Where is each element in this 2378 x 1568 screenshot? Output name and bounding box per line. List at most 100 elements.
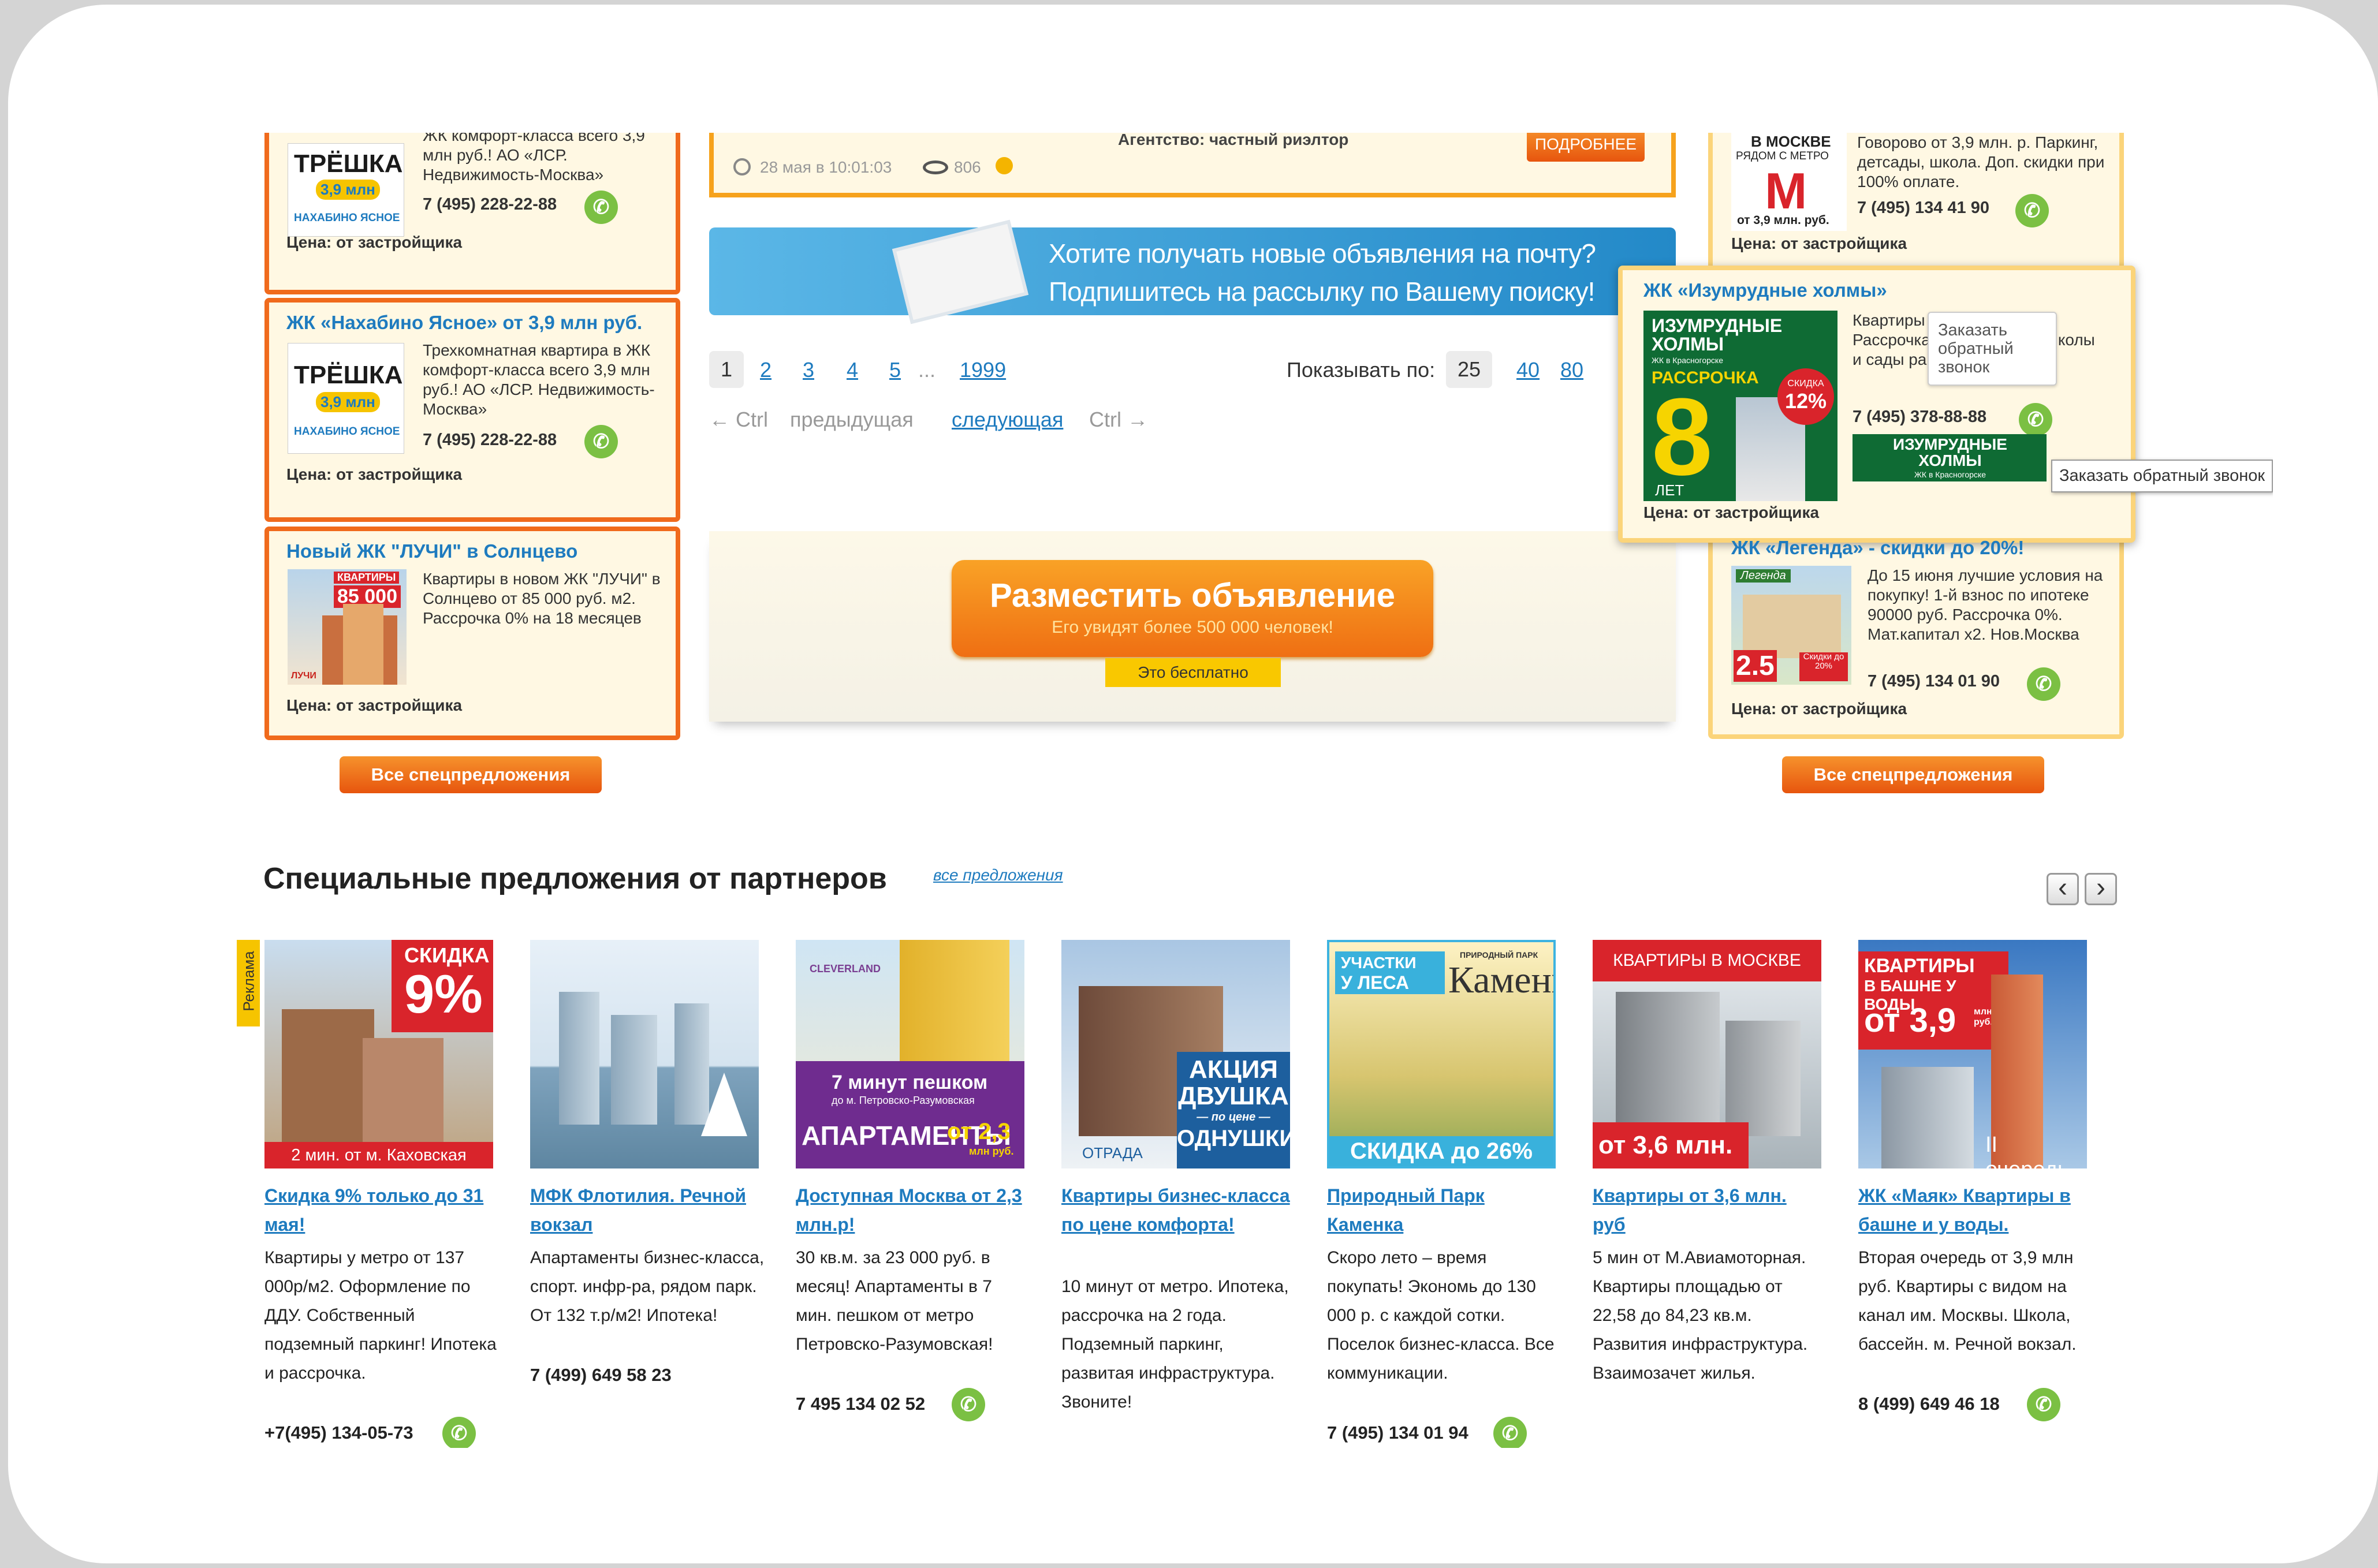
thumb-discount: Скидки до 20% bbox=[1799, 652, 1848, 681]
left-ad-1-text: ЖК комфорт-класса всего 3,9 млн руб.! АО… bbox=[423, 133, 645, 184]
all-offers-left-button[interactable]: Все спецпредложения bbox=[340, 756, 602, 793]
partner-7-text: Вторая очередь от 3,9 млн руб. Квартиры … bbox=[1858, 1248, 2077, 1354]
screen-frame: ТРЁШКА! 3,9 млн НАХАБИНО ЯСНОЕ ЖК комфор… bbox=[8, 5, 2378, 1563]
per-page-option[interactable]: 40 bbox=[1516, 358, 1540, 382]
left-ad-1[interactable]: ТРЁШКА! 3,9 млн НАХАБИНО ЯСНОЕ ЖК комфор… bbox=[264, 133, 680, 294]
partner-4-text: 10 минут от метро. Ипотека, рассрочка на… bbox=[1061, 1277, 1289, 1412]
thumb-price: 3,9 млн bbox=[316, 392, 380, 412]
ad-label-text: Реклама bbox=[240, 951, 258, 1011]
page-link[interactable]: 5 bbox=[889, 358, 901, 382]
partner-5-img-b: У ЛЕСА bbox=[1341, 972, 1410, 993]
right-ad-1-thumb[interactable]: В МОСКВЕ РЯДОМ С МЕТРО M от 3,9 млн. руб… bbox=[1731, 133, 1847, 231]
callback-icon[interactable]: ✆ bbox=[2019, 403, 2052, 436]
partner-4-image[interactable]: АКЦИЯ ДВУШКА — по цене — ОДНУШКИ! ОТРАДА bbox=[1061, 940, 1290, 1168]
building-shape bbox=[1725, 1021, 1801, 1136]
page-current[interactable]: 1 bbox=[709, 351, 744, 388]
callback-icon[interactable]: ✆ bbox=[1493, 1417, 1527, 1448]
partner-5-img-e: СКИДКА до 26% bbox=[1329, 1136, 1553, 1166]
left-ad-3-thumb[interactable]: КВАРТИРЫ 85 000 ЛУЧИ bbox=[288, 569, 407, 685]
all-partners-link[interactable]: все предложения bbox=[933, 866, 1063, 884]
discount-label: СКИДКА bbox=[1787, 379, 1824, 389]
partner-3-title[interactable]: Доступная Москва от 2,3 млн.р! bbox=[796, 1181, 1027, 1239]
thumb-brand: ИЗУМРУДНЫЕ ХОЛМЫ bbox=[1652, 315, 1783, 354]
partner-7-img-a: КВАРТИРЫ bbox=[1864, 955, 1975, 977]
callback-icon[interactable]: ✆ bbox=[2015, 194, 2049, 227]
per-page-option[interactable]: 80 bbox=[1560, 358, 1583, 382]
partner-2-text: Апартаменты бизнес-класса, спорт. инфр-р… bbox=[530, 1248, 765, 1325]
partner-2-image[interactable] bbox=[530, 940, 759, 1168]
right-ad-3-thumb[interactable]: Легенда 2.5 Скидки до 20% bbox=[1731, 566, 1851, 685]
callback-icon[interactable]: ✆ bbox=[584, 191, 618, 224]
sail-icon bbox=[701, 1073, 747, 1136]
partner-4-title[interactable]: Квартиры бизнес-класса по цене комфорта! bbox=[1061, 1181, 1292, 1239]
left-ad-2-thumb[interactable]: ТРЁШКА! 3,9 млн НАХАБИНО ЯСНОЕ bbox=[288, 343, 404, 454]
top-listing-card[interactable]: Агентство: частный риэлтор 28 мая в 10:0… bbox=[709, 133, 1676, 197]
callback-icon[interactable]: ✆ bbox=[2027, 667, 2060, 701]
views-count: 806 bbox=[954, 158, 981, 176]
more-button[interactable]: ПОДРОБНЕЕ bbox=[1527, 133, 1645, 162]
left-ad-3-title[interactable]: Новый ЖК "ЛУЧИ" в Солнцево bbox=[286, 540, 577, 562]
partner-6-title[interactable]: Квартиры от 3,6 млн. руб bbox=[1593, 1181, 1824, 1239]
partner-1-image[interactable]: СКИДКА 9% 2 мин. от м. Каховская bbox=[264, 940, 493, 1168]
page-link[interactable]: 2 bbox=[760, 358, 771, 382]
right-ad-2-highlight[interactable]: ЖК «Изумрудные холмы» ИЗУМРУДНЫЕ ХОЛМЫ Ж… bbox=[1618, 266, 2135, 543]
left-ad-3[interactable]: Новый ЖК "ЛУЧИ" в Солнцево КВАРТИРЫ 85 0… bbox=[264, 527, 680, 740]
thumb-price: 3,9 млн bbox=[316, 180, 380, 200]
partner-1-title[interactable]: Скидка 9% только до 31 мая! bbox=[264, 1181, 495, 1239]
subscribe-banner[interactable]: Хотите получать новые объявления на почт… bbox=[709, 219, 1676, 324]
right-ad-1[interactable]: В МОСКВЕ РЯДОМ С МЕТРО M от 3,9 млн. руб… bbox=[1708, 133, 2124, 260]
post-ad-button[interactable]: Разместить объявление Его увидят более 5… bbox=[952, 560, 1433, 657]
partner-3-img-c: до м. Петровско-Разумовская bbox=[832, 1095, 975, 1106]
prev-link[interactable]: предыдущая bbox=[790, 408, 914, 432]
post-ad-block: Разместить объявление Его увидят более 5… bbox=[709, 531, 1676, 722]
page-link-last[interactable]: 1999 bbox=[960, 358, 1006, 382]
partner-6-image[interactable]: КВАРТИРЫ В МОСКВЕ от 3,6 млн. руб bbox=[1593, 940, 1821, 1168]
thumb-brand: НАХАБИНО ЯСНОЕ bbox=[294, 425, 400, 438]
partner-4-img-a: АКЦИЯ bbox=[1188, 1055, 1279, 1084]
page-link[interactable]: 3 bbox=[803, 358, 814, 382]
page-link[interactable]: 4 bbox=[847, 358, 858, 382]
carousel-next-button[interactable]: › bbox=[2085, 873, 2117, 905]
partner-7-tag: КВАРТИРЫ В БАШНЕ У ВОДЫ от 3,9 млн руб. bbox=[1858, 951, 2008, 1050]
listing-date: 28 мая в 10:01:03 bbox=[760, 158, 892, 176]
all-offers-right-button[interactable]: Все спецпредложения bbox=[1782, 756, 2044, 793]
subscribe-line-2: Подпишитесь на рассылку по Вашему поиску… bbox=[1049, 277, 1595, 307]
callback-icon[interactable]: ✆ bbox=[442, 1417, 476, 1448]
thumb-bottom: от 3,9 млн. руб. bbox=[1737, 214, 1829, 227]
partner-5-image[interactable]: УЧАСТКИ У ЛЕСА ПРИРОДНЫЙ ПАРК Каменка СК… bbox=[1327, 940, 1556, 1168]
callback-icon[interactable]: ✆ bbox=[952, 1388, 985, 1421]
callback-icon[interactable]: ✆ bbox=[2027, 1388, 2060, 1421]
thumb-big-text: ТРЁШКА! bbox=[294, 361, 404, 389]
left-ad-2-title[interactable]: ЖК «Нахабино Ясное» от 3,9 млн руб. bbox=[286, 312, 642, 334]
partner-7-image[interactable]: КВАРТИРЫ В БАШНЕ У ВОДЫ от 3,9 млн руб. … bbox=[1858, 940, 2087, 1168]
right-ad-3[interactable]: ЖК «Легенда» - скидки до 20%! Легенда 2.… bbox=[1708, 537, 2124, 733]
building-shape bbox=[559, 992, 599, 1125]
per-page-label: Показывать по: bbox=[1287, 358, 1436, 382]
right-ad-2-thumb[interactable]: ИЗУМРУДНЫЕ ХОЛМЫ ЖК в Красногорске РАССР… bbox=[1643, 311, 1837, 501]
left-ad-2[interactable]: ЖК «Нахабино Ясное» от 3,9 млн руб. ТРЁШ… bbox=[264, 298, 680, 522]
discount-badge: СКИДКА 12% bbox=[1777, 368, 1834, 425]
callback-icon[interactable]: ✆ bbox=[584, 425, 618, 458]
building-shape bbox=[282, 1009, 374, 1153]
per-page-current[interactable]: 25 bbox=[1446, 351, 1492, 388]
next-link[interactable]: следующая bbox=[952, 408, 1063, 432]
thumb-brand: ЛУЧИ bbox=[291, 671, 316, 681]
thumb-top: В МОСКВЕ bbox=[1751, 133, 1831, 150]
ad-label: Реклама bbox=[237, 940, 260, 1026]
right-ad-3-text: До 15 июня лучшие условия на покупку! 1-… bbox=[1868, 566, 2103, 643]
carousel-prev-button[interactable]: ‹ bbox=[2047, 873, 2079, 905]
next-shortcut: Ctrl → bbox=[1089, 408, 1148, 431]
partner-3-image[interactable]: CLEVERLAND 7 минут пешком до м. Петровск… bbox=[796, 940, 1024, 1168]
partner-5-title[interactable]: Природный Парк Каменка bbox=[1327, 1181, 1558, 1239]
right-ad-2-price: Цена: от застройщика bbox=[1643, 503, 1820, 521]
right-ad-2-title[interactable]: ЖК «Изумрудные холмы» bbox=[1643, 279, 1887, 301]
right-ad-3-title[interactable]: ЖК «Легенда» - скидки до 20%! bbox=[1731, 537, 2024, 559]
partner-5-img-a: УЧАСТКИ bbox=[1341, 954, 1417, 972]
partner-2-title[interactable]: МФК Флотилия. Речной вокзал bbox=[530, 1181, 761, 1239]
hover-tooltip: Заказать обратный звонок bbox=[2051, 460, 2273, 492]
left-ad-1-thumb[interactable]: ТРЁШКА! 3,9 млн НАХАБИНО ЯСНОЕ bbox=[288, 143, 404, 237]
callback-tooltip: Заказать обратный звонок bbox=[1928, 312, 2057, 386]
right-ad-2-logo[interactable]: ИЗУМРУДНЫЕ ХОЛМЫ ЖК в Красногорске bbox=[1853, 434, 2047, 481]
partner-7-title[interactable]: ЖК «Маяк» Квартиры в башне и у воды. bbox=[1858, 1181, 2089, 1239]
post-ad-title: Разместить объявление bbox=[990, 577, 1395, 614]
